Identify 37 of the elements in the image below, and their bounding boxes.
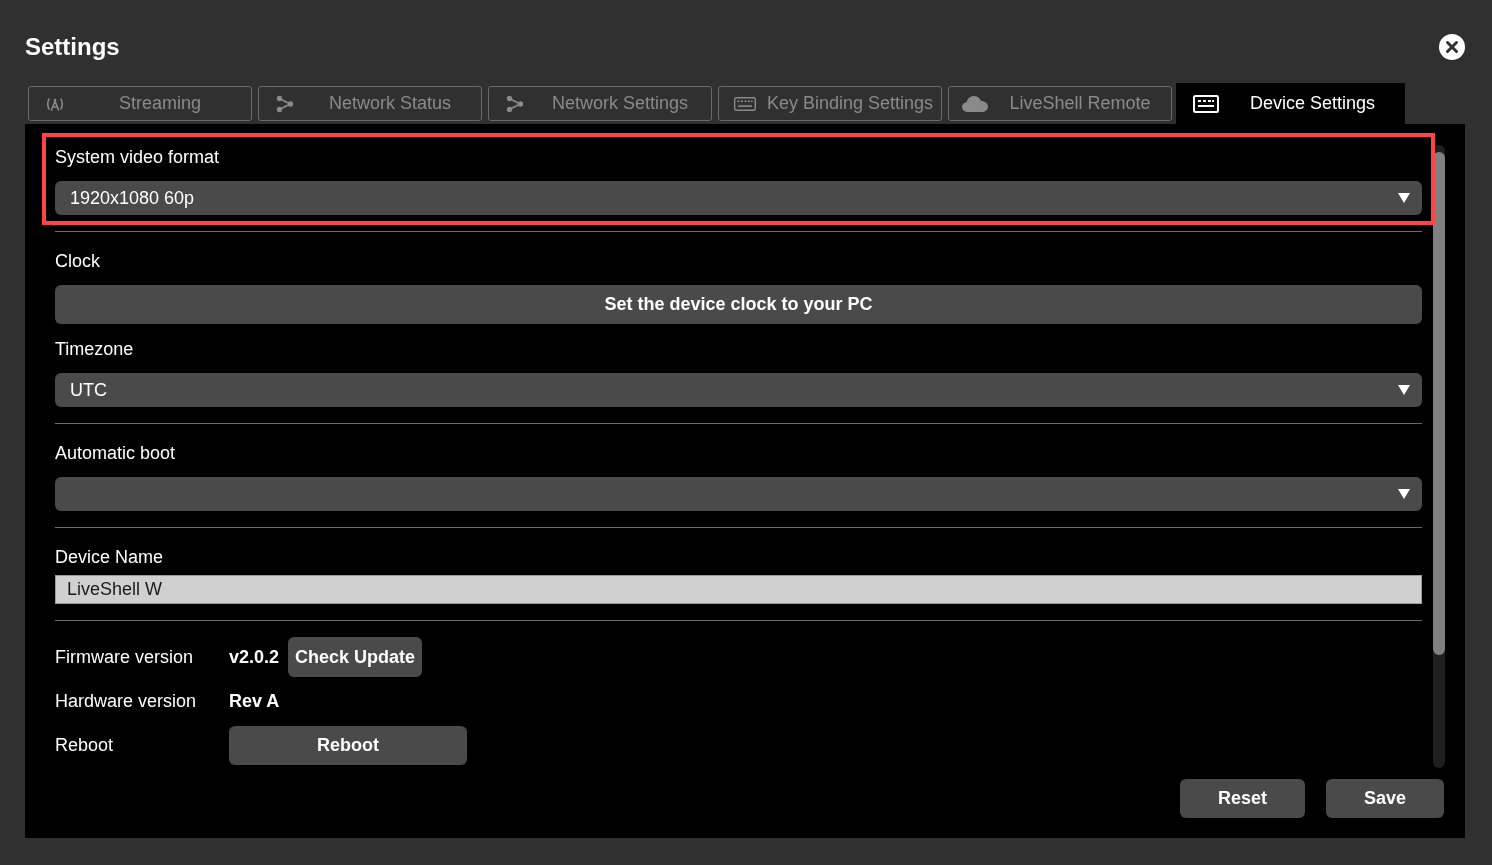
tab[interactable]: Key Binding Settings — [718, 86, 942, 121]
check-update-button[interactable]: Check Update — [288, 637, 423, 677]
window-title: Settings — [25, 32, 120, 62]
info-value: v2.0.2 — [229, 645, 280, 669]
dropdown[interactable]: 1920x1080 60p — [55, 181, 1422, 215]
info-label: Reboot — [55, 733, 115, 757]
field-label: Timezone — [55, 338, 134, 360]
field-label: Clock — [55, 250, 100, 272]
cloud-icon — [962, 95, 988, 112]
clock-sync-button[interactable]: Set the device clock to your PC — [55, 285, 1422, 324]
share-icon — [276, 94, 294, 113]
broadcast-icon — [44, 96, 66, 111]
info-label: Firmware version — [55, 645, 195, 669]
scrollbar-thumb[interactable] — [1433, 152, 1445, 655]
footer-button[interactable]: Reset — [1179, 779, 1305, 818]
info-value: Rev A — [229, 689, 280, 713]
info-label: Hardware version — [55, 689, 198, 713]
tab[interactable]: Streaming — [28, 86, 252, 121]
field-label: System video format — [55, 146, 220, 168]
close-icon[interactable] — [1439, 34, 1465, 60]
reboot-button[interactable]: Reboot — [229, 725, 467, 765]
caret-icon — [1398, 193, 1410, 203]
footer-button[interactable]: Save — [1325, 779, 1444, 818]
keyboard-icon — [734, 96, 756, 111]
tab[interactable]: Network Settings — [488, 86, 712, 121]
dropdown[interactable]: UTC — [55, 373, 1422, 407]
caret-icon — [1398, 489, 1410, 499]
keyboard-icon — [1193, 94, 1219, 113]
field-label: Device Name — [55, 546, 164, 568]
tab[interactable]: Device Settings — [1176, 83, 1405, 124]
share-icon — [506, 94, 524, 113]
tab[interactable]: LiveShell Remote — [948, 86, 1172, 121]
text-field[interactable]: LiveShell W — [55, 575, 1422, 604]
dropdown[interactable] — [55, 477, 1422, 511]
caret-icon — [1398, 385, 1410, 395]
field-label: Automatic boot — [55, 442, 176, 464]
tab[interactable]: Network Status — [258, 86, 482, 121]
